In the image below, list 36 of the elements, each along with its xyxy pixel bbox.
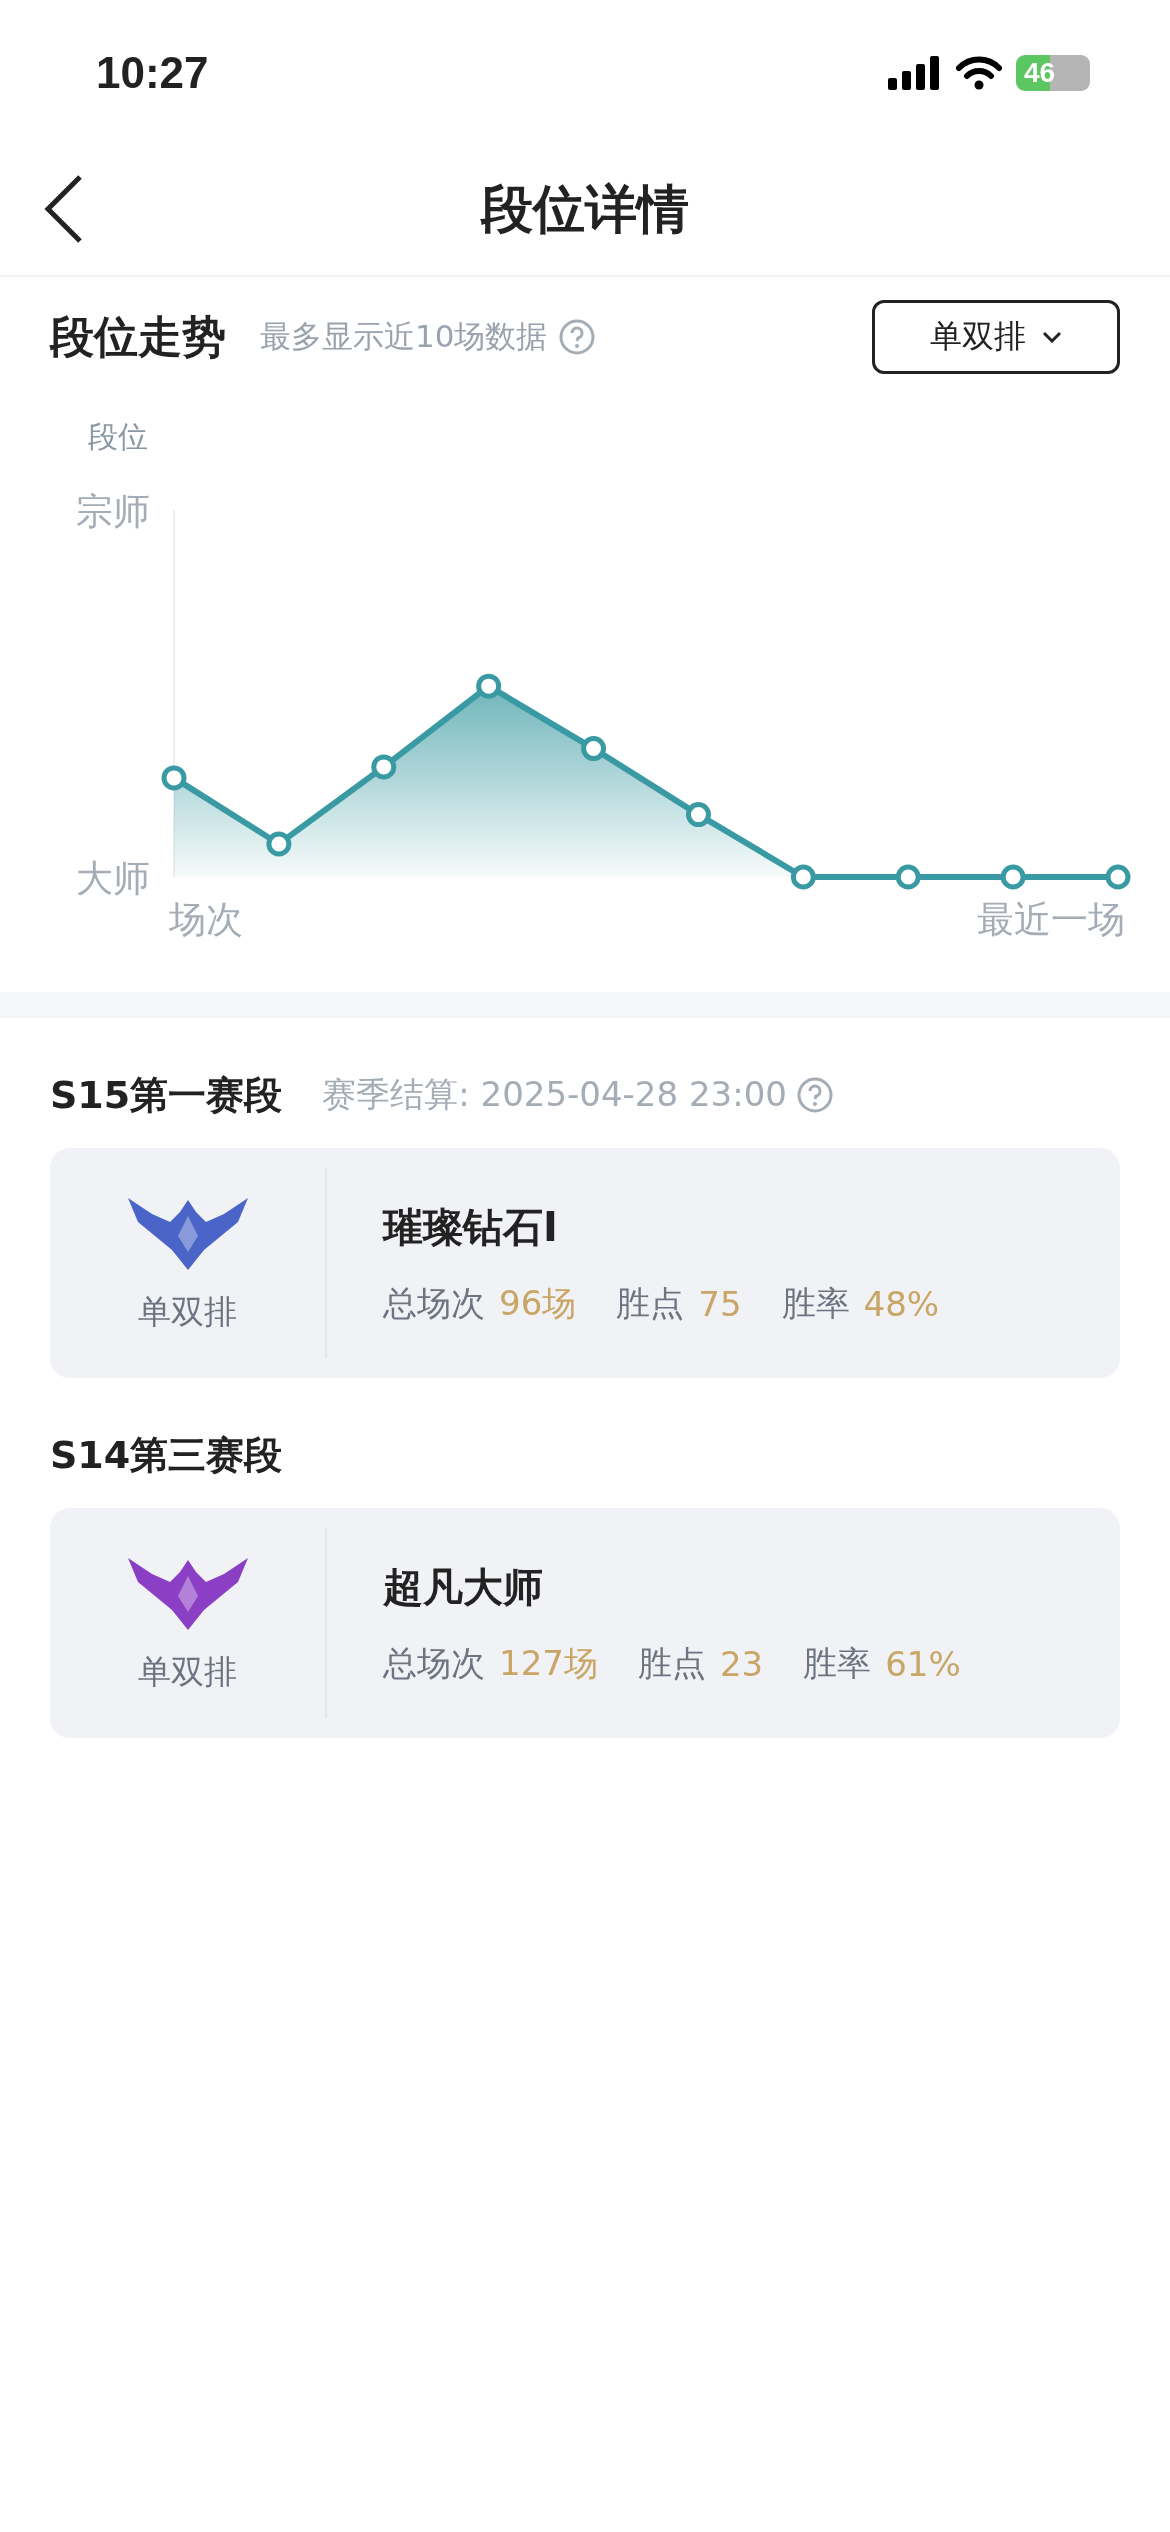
settlement-time: 赛季结算: 2025-04-28 23:00 — [322, 1073, 787, 1116]
page-title: 段位详情 — [481, 178, 689, 241]
stat-label: 胜率 — [781, 1281, 850, 1325]
season-title: S15第一赛段 — [50, 1071, 283, 1119]
section-title: 段位走势 — [50, 309, 226, 364]
stat-value: 127场 — [499, 1641, 598, 1685]
stat-value: 61% — [885, 1643, 961, 1684]
stat-label: 胜点 — [637, 1641, 706, 1685]
stat-label: 总场次 — [383, 1641, 485, 1685]
help-icon[interactable] — [559, 319, 596, 355]
axis-label: 最近一场 — [977, 898, 1125, 941]
queue-dropdown[interactable]: 单双排 — [872, 300, 1120, 374]
stat-label: 胜点 — [616, 1281, 685, 1325]
axis-label: 大师 — [76, 857, 150, 900]
queue-label: 单双排 — [138, 1290, 237, 1333]
rank-name: 璀璨钻石I — [383, 1202, 559, 1252]
rank-name: 超凡大师 — [383, 1562, 544, 1612]
trend-note: 最多显示近10场数据 — [260, 317, 548, 356]
stat-value: 23 — [719, 1643, 764, 1684]
caret-icon — [1042, 331, 1062, 343]
status-time: 10:27 — [96, 47, 209, 98]
axis-label: 宗师 — [76, 490, 150, 533]
help-icon[interactable] — [796, 1077, 833, 1113]
back-icon[interactable] — [44, 175, 84, 243]
season-title: S14第三赛段 — [50, 1431, 283, 1479]
axis-title: 段位 — [88, 419, 148, 454]
signal-icon — [888, 55, 942, 90]
axis-label: 场次 — [169, 898, 243, 941]
queue-label: 单双排 — [138, 1650, 237, 1693]
stat-label: 总场次 — [383, 1281, 485, 1325]
wifi-icon — [956, 55, 1002, 90]
stat-label: 胜率 — [803, 1641, 872, 1685]
stat-value: 75 — [698, 1283, 742, 1324]
stat-value: 96场 — [499, 1281, 577, 1325]
battery-icon: 46 — [1016, 54, 1090, 91]
stat-value: 48% — [863, 1283, 940, 1324]
